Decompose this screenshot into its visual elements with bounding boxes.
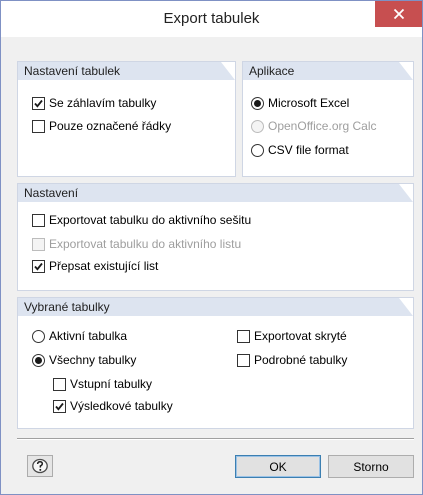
help-button[interactable] [27,455,53,477]
export-sheet-label: Exportovat tabulku do aktivního listu [49,237,242,251]
settings-title: Nastavení [24,186,79,200]
table-settings-title: Nastavení tabulek [24,64,121,78]
excel-radio[interactable] [251,96,264,110]
detailed-tables-label: Podrobné tabulky [254,353,348,367]
title-bar: Export tabulek [1,1,422,37]
export-workbook-row[interactable]: Exportovat tabulku do aktivního sešitu [32,211,251,229]
export-dialog: Export tabulek Nastavení tabulek Se záhl… [0,0,423,495]
cancel-button[interactable]: Storno [328,455,414,478]
detailed-tables-checkbox[interactable] [237,353,250,367]
selected-tables-header: Vybrané tabulky [18,298,413,316]
help-icon [32,458,48,474]
export-hidden-row[interactable]: Exportovat skryté [237,327,347,345]
selected-tables-title: Vybrané tabulky [24,300,110,314]
ok-button[interactable]: OK [235,455,321,478]
selected-tables-group: Vybrané tabulky Aktivní tabulka Všechny … [17,297,414,429]
csv-label: CSV file format [268,143,349,157]
radio-dot [254,99,261,107]
csv-radio[interactable] [251,143,264,157]
active-table-label: Aktivní tabulka [49,329,128,343]
application-title: Aplikace [249,64,295,78]
check-icon [34,262,43,271]
all-tables-radio[interactable] [32,353,45,367]
active-table-radio[interactable] [32,329,45,343]
selected-rows-checkbox[interactable] [32,119,45,133]
openoffice-label: OpenOffice.org Calc [268,119,377,133]
export-workbook-checkbox[interactable] [32,213,45,227]
close-icon [393,8,404,20]
overwrite-sheet-row[interactable]: Přepsat existující list [32,257,158,275]
detailed-tables-row[interactable]: Podrobné tabulky [237,351,347,369]
openoffice-radio-row: OpenOffice.org Calc [251,117,377,135]
footer-divider-highlight [17,439,414,440]
result-tables-row[interactable]: Výsledkové tabulky [53,397,173,415]
active-table-radio-row[interactable]: Aktivní tabulka [32,327,127,345]
export-sheet-row: Exportovat tabulku do aktivního listu [32,235,241,253]
dialog-content: Nastavení tabulek Se záhlavím tabulky Po… [9,37,416,488]
header-checkbox-row[interactable]: Se záhlavím tabulky [32,94,156,112]
result-tables-label: Výsledkové tabulky [70,399,173,413]
header-checkbox[interactable] [32,96,45,110]
settings-header: Nastavení [18,184,413,202]
window-title: Export tabulek [163,10,260,27]
overwrite-sheet-checkbox[interactable] [32,259,45,273]
header-checkbox-label: Se záhlavím tabulky [49,96,157,110]
all-tables-radio-row[interactable]: Všechny tabulky [32,351,136,369]
all-tables-label: Všechny tabulky [49,353,137,367]
input-tables-row[interactable]: Vstupní tabulky [53,375,152,393]
table-settings-group: Nastavení tabulek Se záhlavím tabulky Po… [17,61,236,177]
excel-radio-row[interactable]: Microsoft Excel [251,94,349,112]
check-icon [55,402,64,411]
selected-rows-checkbox-row[interactable]: Pouze označené řádky [32,117,171,135]
csv-radio-row[interactable]: CSV file format [251,141,349,159]
table-settings-header: Nastavení tabulek [18,62,235,80]
export-hidden-label: Exportovat skryté [254,329,347,343]
check-icon [34,99,43,108]
application-group: Aplikace Microsoft Excel OpenOffice.org … [242,61,414,177]
export-sheet-checkbox [32,237,45,251]
input-tables-label: Vstupní tabulky [70,377,153,391]
radio-dot [35,356,42,364]
overwrite-sheet-label: Přepsat existující list [49,259,159,273]
input-tables-checkbox[interactable] [53,377,66,391]
selected-rows-label: Pouze označené řádky [49,119,172,133]
excel-label: Microsoft Excel [268,96,350,110]
result-tables-checkbox[interactable] [53,399,66,413]
settings-group: Nastavení Exportovat tabulku do aktivníh… [17,183,414,291]
export-hidden-checkbox[interactable] [237,329,250,343]
application-header: Aplikace [243,62,413,80]
export-workbook-label: Exportovat tabulku do aktivního sešitu [49,213,252,227]
close-button[interactable] [375,1,422,27]
openoffice-radio [251,119,264,133]
